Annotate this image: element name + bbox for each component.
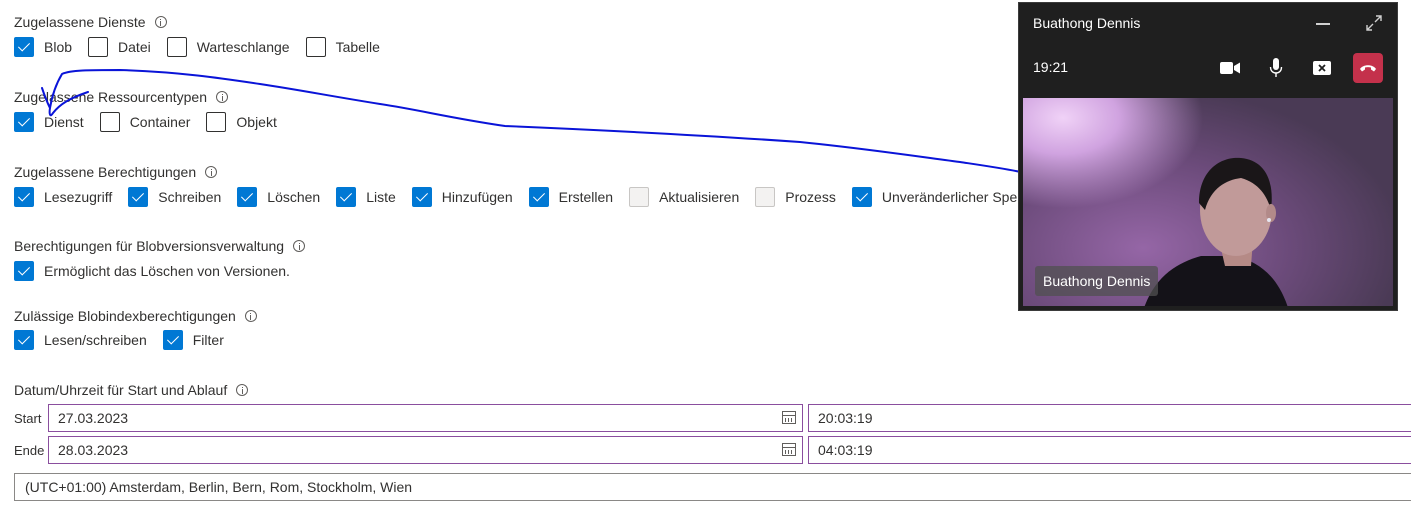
- checkbox-checked[interactable]: [237, 187, 258, 207]
- info-icon[interactable]: [293, 240, 306, 252]
- info-icon[interactable]: [154, 16, 167, 28]
- checkbox-unchecked[interactable]: [206, 112, 227, 132]
- camera-icon: [1220, 62, 1240, 74]
- checkbox-unchecked[interactable]: [166, 37, 187, 57]
- checkbox-checked[interactable]: [14, 187, 34, 207]
- resource-types-title: Zugelassene Ressourcentypen: [14, 87, 229, 107]
- checkbox-hinzufuegen[interactable]: Hinzufügen: [411, 187, 513, 207]
- stop-sharing-button[interactable]: [1307, 53, 1337, 83]
- checkbox-erstellen[interactable]: Erstellen: [528, 187, 613, 207]
- checkbox-checked[interactable]: [14, 112, 34, 132]
- checkbox-filter[interactable]: Filter: [162, 330, 224, 350]
- checkbox-checked[interactable]: [128, 187, 149, 207]
- blob-index-checkbox-row: Lesen/schreiben Filter: [14, 329, 224, 351]
- checkbox-disabled: [629, 187, 650, 207]
- checkbox-prozess[interactable]: Prozess: [755, 187, 836, 207]
- checkbox-unchecked[interactable]: [99, 112, 120, 132]
- start-label: Start: [14, 411, 42, 426]
- caller-name: Buathong Dennis: [1033, 15, 1141, 31]
- camera-button[interactable]: [1215, 53, 1245, 83]
- end-label: Ende: [14, 443, 45, 458]
- datetime-title: Datum/Uhrzeit für Start und Ablauf: [14, 380, 249, 400]
- services-checkbox-row: Blob Datei Warteschlange Tabelle: [14, 36, 380, 58]
- permissions-checkbox-row: Lesezugriff Schreiben Löschen Liste Hinz…: [14, 186, 1048, 208]
- checkbox-warteschlange[interactable]: Warteschlange: [166, 37, 290, 57]
- checkbox-checked[interactable]: [851, 187, 872, 207]
- call-duration: 19:21: [1033, 59, 1069, 75]
- checkbox-unchecked[interactable]: [88, 37, 109, 57]
- participant-figure: [1144, 157, 1288, 306]
- info-icon[interactable]: [236, 384, 249, 396]
- calendar-icon[interactable]: [782, 443, 796, 456]
- expand-icon[interactable]: [1366, 15, 1382, 31]
- checkbox-disabled: [755, 187, 776, 207]
- participant-name-tag: Buathong Dennis: [1035, 266, 1159, 296]
- checkbox-unchecked[interactable]: [305, 37, 326, 57]
- checkbox-dienst[interactable]: Dienst: [14, 112, 84, 132]
- hang-up-button[interactable]: [1353, 53, 1383, 83]
- info-icon[interactable]: [244, 310, 257, 322]
- share-screen-stop-icon: [1313, 61, 1331, 75]
- permissions-title: Zugelassene Berechtigungen: [14, 162, 218, 182]
- microphone-button[interactable]: [1261, 53, 1291, 83]
- info-icon[interactable]: [205, 166, 218, 178]
- checkbox-tabelle[interactable]: Tabelle: [305, 37, 380, 57]
- info-icon[interactable]: [216, 91, 229, 103]
- start-time-input[interactable]: 20:03:19: [808, 404, 1411, 432]
- checkbox-objekt[interactable]: Objekt: [206, 112, 277, 132]
- checkbox-datei[interactable]: Datei: [88, 37, 151, 57]
- checkbox-lesen-schreiben[interactable]: Lesen/schreiben: [14, 330, 147, 350]
- checkbox-delete-versions[interactable]: Ermöglicht das Löschen von Versionen.: [14, 261, 290, 281]
- checkbox-checked[interactable]: [14, 37, 34, 57]
- blob-versioning-title: Berechtigungen für Blobversionsverwaltun…: [14, 236, 306, 256]
- checkbox-checked[interactable]: [528, 187, 549, 207]
- hang-up-icon: [1360, 65, 1376, 72]
- participant-video: Buathong Dennis: [1023, 98, 1393, 306]
- checkbox-loeschen[interactable]: Löschen: [237, 187, 320, 207]
- checkbox-container[interactable]: Container: [99, 112, 190, 132]
- calendar-icon[interactable]: [782, 411, 796, 424]
- start-date-input[interactable]: 27.03.2023: [48, 404, 803, 432]
- checkbox-checked[interactable]: [411, 187, 432, 207]
- minimize-icon[interactable]: [1316, 23, 1330, 25]
- checkbox-blob[interactable]: Blob: [14, 37, 72, 57]
- checkbox-checked[interactable]: [14, 261, 34, 281]
- checkbox-aktualisieren[interactable]: Aktualisieren: [629, 187, 739, 207]
- blob-versioning-checkbox-row: Ermöglicht das Löschen von Versionen.: [14, 260, 290, 282]
- checkbox-lesezugriff[interactable]: Lesezugriff: [14, 187, 112, 207]
- checkbox-checked[interactable]: [14, 330, 34, 350]
- services-title: Zugelassene Dienste: [14, 12, 167, 32]
- checkbox-checked[interactable]: [162, 330, 183, 350]
- timezone-select[interactable]: (UTC+01:00) Amsterdam, Berlin, Bern, Rom…: [14, 473, 1411, 501]
- end-date-input[interactable]: 28.03.2023: [48, 436, 803, 464]
- resource-types-checkbox-row: Dienst Container Objekt: [14, 111, 277, 133]
- call-window[interactable]: Buathong Dennis 19:21 Buathong Dennis: [1018, 2, 1398, 311]
- end-time-input[interactable]: 04:03:19: [808, 436, 1411, 464]
- checkbox-liste[interactable]: Liste: [336, 187, 396, 207]
- microphone-icon: [1269, 58, 1283, 77]
- checkbox-checked[interactable]: [336, 187, 357, 207]
- blob-index-title: Zulässige Blobindexberechtigungen: [14, 306, 257, 326]
- checkbox-schreiben[interactable]: Schreiben: [128, 187, 221, 207]
